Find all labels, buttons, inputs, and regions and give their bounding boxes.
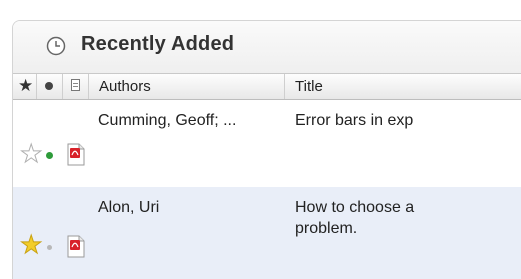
column-header-unread[interactable]: [37, 74, 63, 99]
pdf-icon[interactable]: [67, 143, 85, 166]
column-header-title[interactable]: Title: [285, 74, 521, 99]
row-title: How to choose a problem.: [295, 197, 414, 239]
document-icon: [71, 79, 80, 91]
column-header-row: ★ Authors Title: [13, 73, 521, 100]
star-outline-icon[interactable]: ★: [19, 141, 42, 167]
clock-icon: [46, 36, 66, 56]
star-icon: ★: [18, 76, 34, 95]
column-header-authors-label: Authors: [99, 78, 151, 95]
star-filled-icon[interactable]: ★: [19, 232, 42, 258]
row-title-line: Error bars in exp: [295, 112, 414, 129]
row-authors: Alon, Uri: [98, 199, 160, 216]
column-header-title-label: Title: [295, 78, 323, 95]
row-authors: Cumming, Geoff; ...: [98, 112, 237, 129]
column-header-star[interactable]: ★: [13, 74, 37, 99]
pdf-icon[interactable]: [67, 235, 85, 258]
table-row[interactable]: ★ Alon, Uri How to choose a problem.: [13, 187, 521, 279]
panel-header: Recently Added: [13, 21, 521, 73]
column-header-attachment[interactable]: [63, 74, 89, 99]
dot-icon: [45, 82, 53, 90]
table-row[interactable]: ★ Cumming, Geoff; ... Error bars in exp: [13, 100, 521, 187]
panel-title: Recently Added: [81, 33, 235, 55]
row-title-line: problem.: [295, 220, 358, 237]
recently-added-panel: Recently Added ★ Authors Title ★ Cumming…: [12, 20, 521, 279]
read-dot-icon[interactable]: [47, 245, 52, 250]
column-header-authors[interactable]: Authors: [89, 74, 285, 99]
unread-dot-icon[interactable]: [46, 152, 53, 159]
row-title-line: How to choose a: [295, 199, 415, 216]
row-title: Error bars in exp: [295, 110, 413, 131]
